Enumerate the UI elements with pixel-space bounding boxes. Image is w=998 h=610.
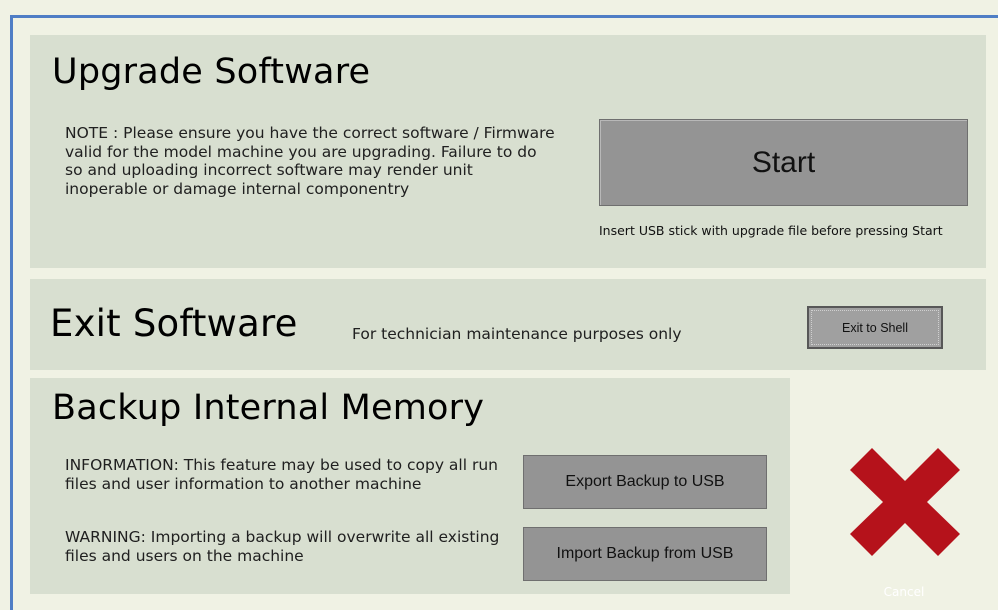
upgrade-note-text: NOTE : Please ensure you have the correc… bbox=[65, 124, 555, 198]
cancel-label[interactable]: Cancel bbox=[862, 585, 946, 599]
upgrade-software-title: Upgrade Software bbox=[52, 52, 371, 92]
backup-warning-text: WARNING: Importing a backup will overwri… bbox=[65, 528, 500, 565]
cancel-x-icon[interactable] bbox=[848, 446, 962, 558]
import-backup-button[interactable]: Import Backup from USB bbox=[523, 527, 767, 581]
backup-information-text: INFORMATION: This feature may be used to… bbox=[65, 456, 498, 493]
software-maintenance-window: Upgrade Software NOTE : Please ensure yo… bbox=[0, 0, 998, 610]
window-left-border bbox=[10, 15, 13, 610]
exit-software-title: Exit Software bbox=[50, 302, 298, 345]
export-backup-button[interactable]: Export Backup to USB bbox=[523, 455, 767, 509]
start-button[interactable]: Start bbox=[599, 119, 968, 206]
exit-note-text: For technician maintenance purposes only bbox=[352, 325, 682, 343]
window-top-border bbox=[10, 15, 998, 18]
backup-memory-title: Backup Internal Memory bbox=[52, 388, 485, 428]
usb-hint-text: Insert USB stick with upgrade file befor… bbox=[599, 223, 943, 238]
exit-to-shell-button[interactable]: Exit to Shell bbox=[807, 306, 943, 349]
